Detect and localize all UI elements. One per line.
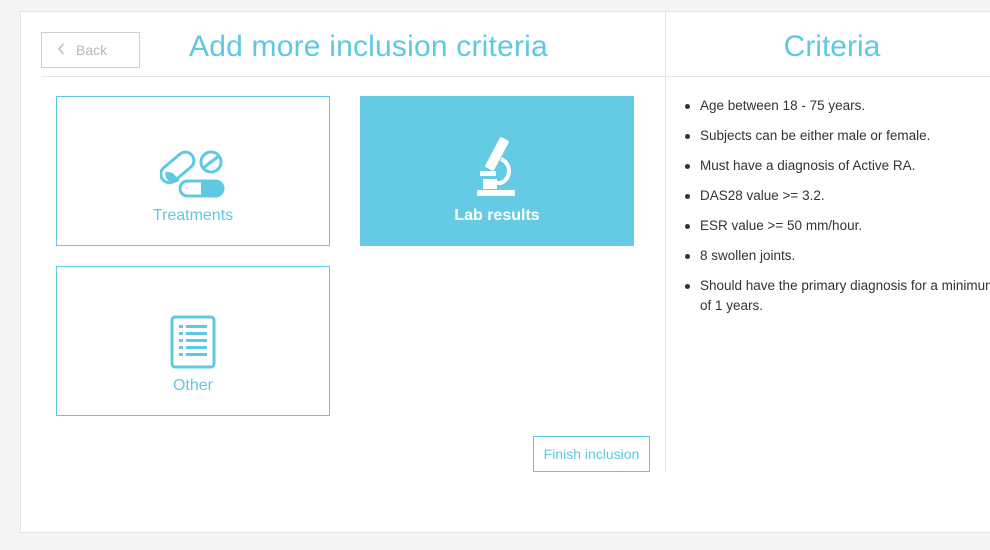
list-item: Age between 18 - 75 years.: [685, 96, 990, 116]
microscope-icon: [475, 135, 519, 202]
main-panel: Back Add more inclusion criteria Criteri…: [20, 11, 990, 533]
back-button-label: Back: [76, 42, 108, 58]
list-item: Should have the primary diagnosis for a …: [685, 276, 990, 316]
list-item: ESR value >= 50 mm/hour.: [685, 216, 990, 236]
back-button[interactable]: Back: [41, 32, 140, 68]
vertical-divider: [665, 12, 666, 472]
list-item: Must have a diagnosis of Active RA.: [685, 156, 990, 176]
chevron-left-icon: [54, 42, 68, 58]
pills-icon: [159, 145, 226, 204]
list-item: DAS28 value >= 3.2.: [685, 186, 990, 206]
list-item: 8 swollen joints.: [685, 246, 990, 266]
tile-label: Treatments: [152, 207, 234, 224]
left-header: Back Add more inclusion criteria: [41, 12, 665, 77]
tile-lab-results[interactable]: Lab results: [360, 96, 634, 246]
tile-other[interactable]: Other: [56, 266, 330, 416]
list-item: Subjects can be either male or female.: [685, 126, 990, 146]
finish-inclusion-button[interactable]: Finish inclusion: [533, 436, 650, 472]
criteria-list: Age between 18 - 75 years. Subjects can …: [679, 96, 990, 326]
criteria-title: Criteria: [783, 30, 881, 63]
page-title: Add more inclusion criteria: [189, 30, 548, 63]
tile-label: Other: [172, 377, 213, 394]
tile-treatments[interactable]: Treatments: [56, 96, 330, 246]
document-list-icon: [170, 315, 216, 374]
tile-label: Lab results: [454, 207, 540, 224]
right-header: Criteria: [666, 12, 990, 77]
